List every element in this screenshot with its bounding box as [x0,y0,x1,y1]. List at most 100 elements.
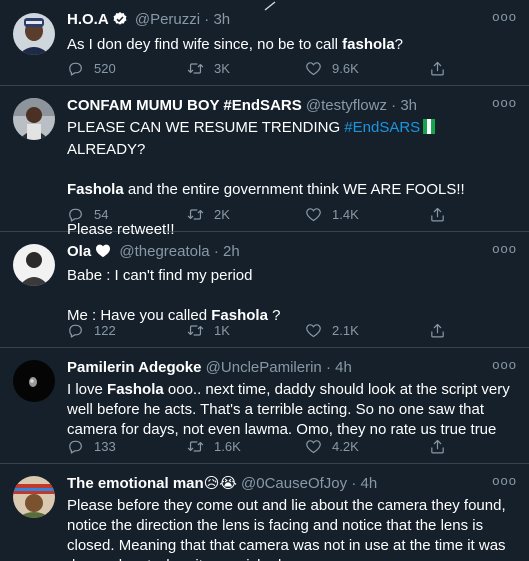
like-count: 1.4K [332,206,359,222]
more-icon[interactable]: ooo [492,96,517,110]
heart-icon [306,61,321,75]
author-name[interactable]: CONFAM MUMU BOY #EndSARS [67,97,302,114]
retweet-icon [187,62,204,74]
like-count: 4.2K [332,438,359,454]
tweet-actions: 133 1.6K 4.2K [67,436,447,456]
avatar[interactable] [13,13,55,55]
separator: · [204,11,210,28]
tweet-feed: H.O.A @Peruzzi · 3h As I don dey find wi… [0,0,529,561]
tweet-header: Pamilerin Adegoke @UnclePamilerin · 4h [67,358,515,378]
tweet-content: The emotional man😥😭 @0CauseOfJoy · 4h Pl… [67,474,515,561]
reply-count: 54 [94,206,109,222]
author-name[interactable]: The emotional man [67,475,204,492]
author-handle[interactable]: @testyflowz [306,97,387,114]
retweet-button[interactable]: 2K [187,204,230,224]
tweet-text-part: PLEASE CAN WE RESUME TRENDING [67,119,345,136]
avatar[interactable] [13,244,55,286]
separator: · [213,243,219,260]
tweet-actions: 520 3K 9.6K [67,58,447,78]
retweet-icon [187,440,204,452]
like-button[interactable]: 4.2K [305,436,359,456]
reply-count: 122 [94,322,116,338]
timestamp[interactable]: 2h [223,243,240,260]
tweet-text-part: and the entire government think WE ARE F… [123,181,465,198]
author-name[interactable]: H.O.A [67,11,109,28]
tweet[interactable]: H.O.A @Peruzzi · 3h As I don dey find wi… [0,0,529,86]
retweet-count: 1K [214,322,230,338]
tweet-text: Please before they come out and lie abou… [67,496,515,561]
tweet-header: Ola @thegreatola · 2h [67,242,515,264]
timestamp[interactable]: 3h [400,97,417,114]
white-heart-icon [95,243,111,264]
tweet[interactable]: Pamilerin Adegoke @UnclePamilerin · 4h I… [0,348,529,464]
retweet-icon [187,208,204,220]
tweet-text-part: ? [394,36,404,53]
nigeria-flag-icon [423,119,436,140]
like-count: 2.1K [332,322,359,338]
retweet-count: 3K [214,60,230,76]
tweet-actions: 122 1K 2.1K [67,320,447,340]
reply-count: 133 [94,438,116,454]
reply-button[interactable]: 520 [67,58,116,78]
author-handle[interactable]: @0CauseOfJoy [241,475,347,492]
tweet-text: Babe : I can't find my period Me : Have … [67,266,515,326]
more-icon[interactable]: ooo [492,474,517,488]
highlighted-term: Fashola [67,181,124,198]
tweet[interactable]: CONFAM MUMU BOY #EndSARS @testyflowz · 3… [0,86,529,238]
tweet-content: Ola @thegreatola · 2h Babe : I can't fin… [67,242,515,326]
like-button[interactable]: 9.6K [305,58,359,78]
highlighted-term: Fashola [107,381,164,398]
reply-icon [69,208,82,222]
timestamp[interactable]: 4h [335,359,352,376]
author-handle[interactable]: @UnclePamilerin [206,359,322,376]
like-button[interactable]: 1.4K [305,204,359,224]
retweet-button[interactable]: 1.6K [187,436,241,456]
separator: · [391,97,397,114]
share-button[interactable] [429,58,446,78]
tweet-text-part: I love [67,381,108,398]
author-name[interactable]: Pamilerin Adegoke [67,359,202,376]
tweet[interactable]: Ola @thegreatola · 2h Babe : I can't fin… [0,232,529,348]
tweet-header: CONFAM MUMU BOY #EndSARS @testyflowz · 3… [67,96,515,116]
reply-button[interactable]: 122 [67,320,116,340]
tweet-text-part: ALREADY? [67,141,146,158]
hashtag-link[interactable]: #EndSARS [344,119,420,136]
heart-icon [306,207,321,221]
share-button[interactable] [429,320,446,340]
like-button[interactable]: 2.1K [305,320,359,340]
highlighted-term: fashola [342,36,395,53]
share-button[interactable] [429,204,446,224]
more-icon[interactable]: ooo [492,358,517,372]
heart-icon [306,323,321,337]
author-handle[interactable]: @thegreatola [119,243,209,260]
avatar[interactable] [13,98,55,140]
tweet-text-part: As I don dey find wife since, no be to c… [67,36,343,53]
tweet-text-part: Babe : I can't find my period [67,267,253,284]
avatar[interactable] [13,476,55,518]
tweet-text-part: Please before they come out and lie abou… [67,497,506,561]
share-icon [431,207,444,221]
share-button[interactable] [429,436,446,456]
tweet[interactable]: The emotional man😥😭 @0CauseOfJoy · 4h Pl… [0,464,529,561]
reply-count: 520 [94,60,116,76]
reply-button[interactable]: 54 [67,204,108,224]
more-icon[interactable]: ooo [492,242,517,256]
author-name[interactable]: Ola [67,243,91,260]
avatar[interactable] [13,360,55,402]
tweet-content: H.O.A @Peruzzi · 3h As I don dey find wi… [67,10,515,55]
retweet-button[interactable]: 1K [187,320,230,340]
heart-icon [306,439,321,453]
timestamp[interactable]: 4h [360,475,377,492]
retweet-button[interactable]: 3K [187,58,230,78]
timestamp[interactable]: 3h [213,11,230,28]
tweet-text: I love Fashola ooo.. next time, daddy sh… [67,380,515,440]
author-handle[interactable]: @Peruzzi [135,11,200,28]
share-icon [431,439,444,453]
tweet-text: As I don dey find wife since, no be to c… [67,35,515,55]
more-icon[interactable]: ooo [492,10,517,24]
like-count: 9.6K [332,60,359,76]
separator: · [325,359,331,376]
reply-icon [69,440,82,454]
reply-button[interactable]: 133 [67,436,116,456]
share-icon [431,323,444,337]
